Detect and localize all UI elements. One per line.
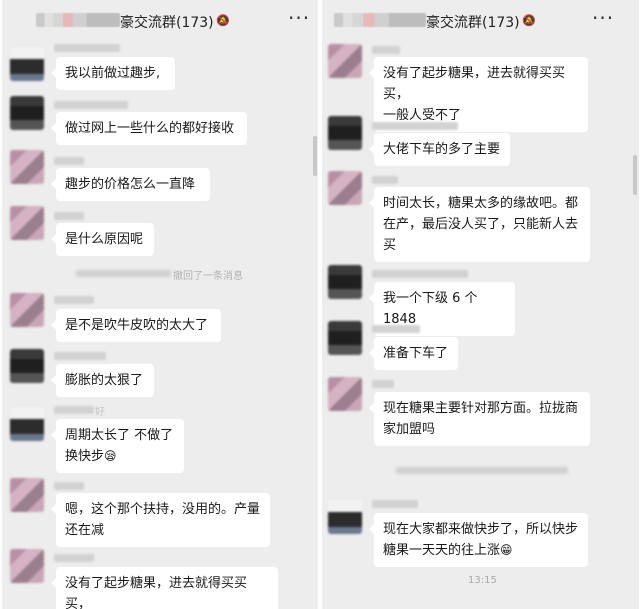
message-text: 我以前做过趣步, <box>65 66 161 81</box>
avatar[interactable] <box>10 407 44 441</box>
avatar[interactable] <box>328 116 362 150</box>
message-text: 周期太长了 不做了 换快步 <box>65 428 174 464</box>
avatar[interactable] <box>328 377 362 411</box>
message-bubble[interactable]: 膨胀的太狠了 <box>51 364 154 397</box>
message-bubble[interactable]: 嗯，这个那个扶持，没用的。产量 还在减 <box>51 493 270 547</box>
sender-name <box>372 380 394 388</box>
mute-icon: 🔕 <box>522 14 536 27</box>
blurred-recaller-name <box>76 270 171 277</box>
blurred-group-name <box>334 13 426 27</box>
message-bubble[interactable]: 是不是吹牛皮吹的太大了 <box>51 309 221 342</box>
avatar[interactable] <box>10 549 44 583</box>
timestamp: 13:15 <box>468 575 497 586</box>
chat-panel-right: 豪交流群(173) 🔕 ··· 没有了起步糖果，进去就得买买买， 一般人受不了 … <box>322 0 639 609</box>
group-title: 豪交流群(173) <box>426 15 520 31</box>
message-text: 做过网上一些什么的都好接收 <box>65 121 235 136</box>
avatar[interactable] <box>328 171 362 205</box>
message-text: 嗯，这个那个扶持，没用的。产量 还在减 <box>65 502 261 538</box>
message-text: 时间太长，糖果太多的缘故吧。都 在产，最后没人买了，只能新人去 买 <box>383 196 579 253</box>
avatar[interactable] <box>10 293 44 327</box>
avatar[interactable] <box>10 349 44 383</box>
sender-name <box>54 157 84 165</box>
scrollbar[interactable] <box>313 136 317 176</box>
message-bubble[interactable]: 趣步的价格怎么一直降 <box>51 168 210 201</box>
message-bubble[interactable]: 没有了起步糖果，进去就得买买买， <box>51 567 278 609</box>
message-bubble[interactable]: 现在大家都来做快步了，所以快步 糖果一天天的往上涨😁 <box>369 513 588 567</box>
sender-name <box>372 46 400 54</box>
grin-emoji-icon: 😁 <box>500 543 513 557</box>
sender-name <box>54 101 128 109</box>
sender-name <box>54 296 94 304</box>
chat-header: 豪交流群(173) 🔕 ··· <box>2 0 318 40</box>
sender-name <box>372 176 398 184</box>
message-text: 是什么原因呢 <box>65 232 144 247</box>
message-bubble[interactable]: 现在糖果主要针对那方面。拉拢商 家加盟吗 <box>369 392 590 446</box>
sender-name-suffix: 好 <box>95 407 105 418</box>
message-text: 我一个下级 6 个 1848 <box>383 291 478 327</box>
message-bubble[interactable]: 没有了起步糖果，进去就得买买买， 一般人受不了 <box>369 57 588 132</box>
message-text: 膨胀的太狠了 <box>65 373 144 388</box>
scrollbar[interactable] <box>633 155 637 195</box>
message-text: 没有了起步糖果，进去就得买买买， <box>65 576 248 609</box>
message-text: 准备下车了 <box>383 346 449 361</box>
sender-name <box>54 482 84 490</box>
message-bubble[interactable]: 时间太长，糖果太多的缘故吧。都 在产，最后没人买了，只能新人去 买 <box>369 187 590 262</box>
message-text: 现在糖果主要针对那方面。拉拢商 家加盟吗 <box>383 401 579 437</box>
message-text: 大佬下车的多了主要 <box>383 142 501 157</box>
avatar[interactable] <box>328 265 362 299</box>
avatar[interactable] <box>10 96 44 130</box>
sleepy-emoji-icon: 😪 <box>104 449 117 463</box>
more-options-button[interactable]: ··· <box>592 6 614 30</box>
sender-name <box>54 352 106 360</box>
group-title: 豪交流群(173) <box>120 15 214 31</box>
message-bubble[interactable]: 大佬下车的多了主要 <box>369 133 510 166</box>
message-bubble[interactable]: 周期太长了 不做了 换快步😪 <box>51 419 184 473</box>
system-notice: 撤回了一条消息 <box>173 271 243 282</box>
more-options-button[interactable]: ··· <box>288 6 310 30</box>
message-text: 趣步的价格怎么一直降 <box>65 177 196 192</box>
avatar[interactable] <box>10 47 44 81</box>
sender-name <box>54 554 94 562</box>
mute-icon: 🔕 <box>216 14 230 27</box>
avatar[interactable] <box>328 321 362 355</box>
avatar[interactable] <box>10 206 44 240</box>
message-text: 是不是吹牛皮吹的太大了 <box>65 318 209 333</box>
sender-name <box>372 270 468 278</box>
sender-name <box>54 406 94 414</box>
sender-name <box>54 44 120 52</box>
sender-name <box>54 212 84 220</box>
chat-header: 豪交流群(173) 🔕 ··· <box>322 0 639 40</box>
avatar[interactable] <box>10 478 44 512</box>
avatar[interactable] <box>10 150 44 184</box>
sender-name <box>372 122 458 130</box>
message-bubble[interactable]: 做过网上一些什么的都好接收 <box>51 112 247 145</box>
message-bubble[interactable]: 我以前做过趣步, <box>51 57 175 90</box>
avatar[interactable] <box>328 500 362 534</box>
avatar[interactable] <box>328 44 362 78</box>
message-bubble[interactable]: 准备下车了 <box>369 337 458 370</box>
message-text: 没有了起步糖果，进去就得买买买， 一般人受不了 <box>383 66 566 123</box>
blurred-system-notice <box>396 467 568 474</box>
message-text: 现在大家都来做快步了，所以快步 糖果一天天的往上涨 <box>383 522 579 558</box>
message-bubble[interactable]: 是什么原因呢 <box>51 223 154 256</box>
blurred-group-name <box>36 13 120 27</box>
chat-panel-left: 豪交流群(173) 🔕 ··· 我以前做过趣步, 做过网上一些什么的都好接收 趣… <box>2 0 318 609</box>
sender-name <box>372 325 420 333</box>
sender-name <box>372 500 418 508</box>
